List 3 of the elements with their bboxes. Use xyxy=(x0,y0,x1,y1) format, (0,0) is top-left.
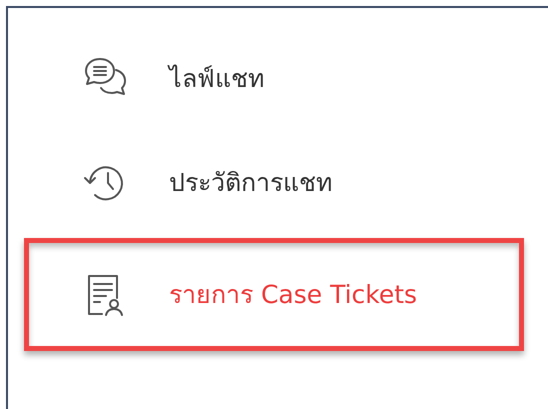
menu-item[interactable]: ไลฟ์แชท xyxy=(24,50,524,108)
menu-item[interactable]: ประวัติการแชท xyxy=(24,154,524,212)
menu-item[interactable]: รายการ Case Tickets xyxy=(24,238,524,351)
